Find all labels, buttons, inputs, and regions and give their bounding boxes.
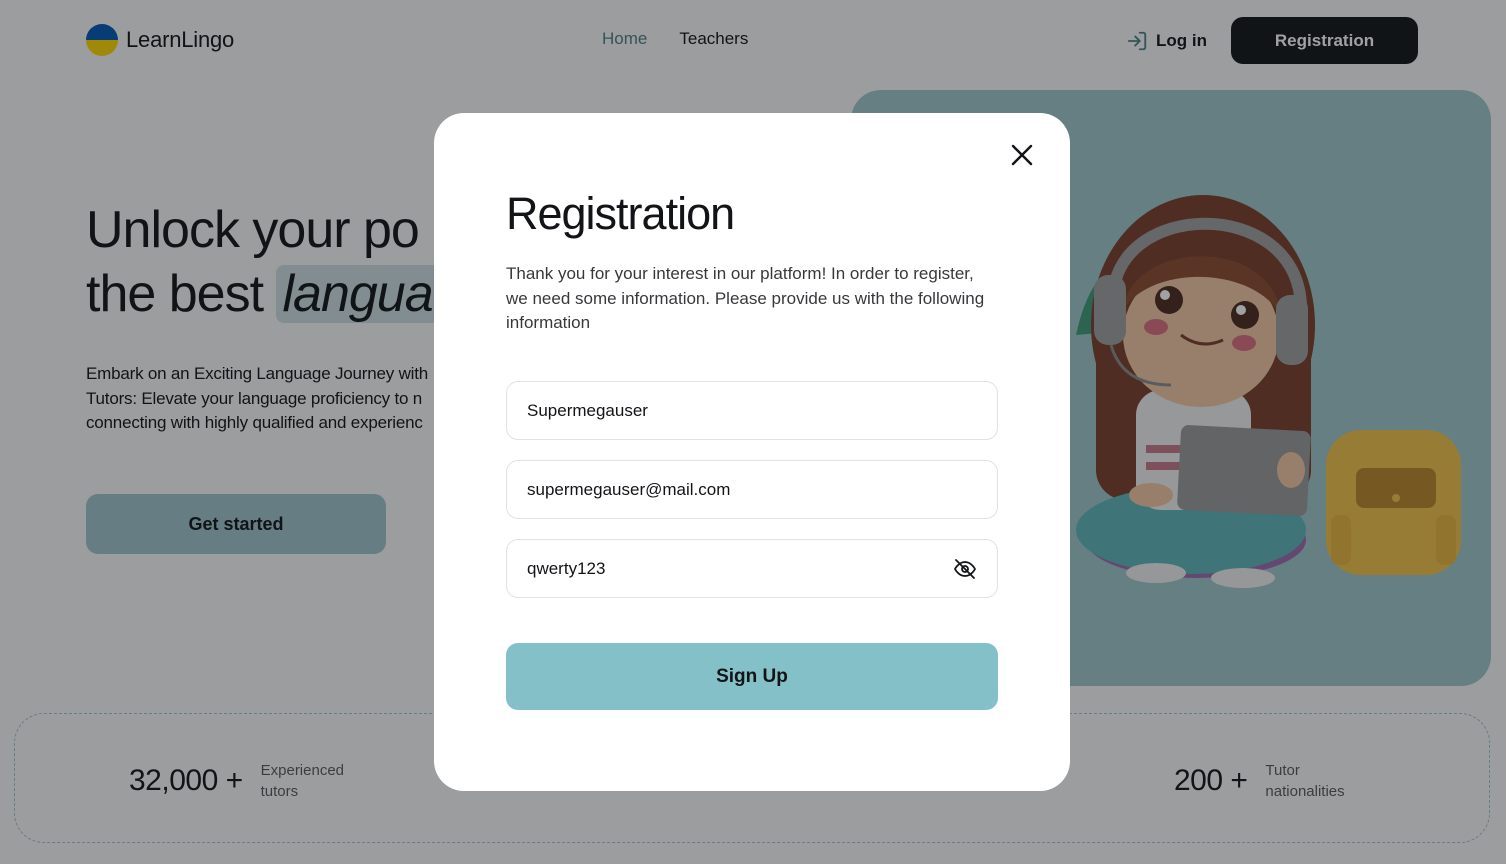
close-icon bbox=[1011, 144, 1033, 166]
name-input[interactable] bbox=[527, 400, 977, 421]
close-button[interactable] bbox=[1008, 141, 1036, 169]
sign-up-button[interactable]: Sign Up bbox=[506, 643, 998, 710]
name-field bbox=[506, 381, 998, 440]
password-field bbox=[506, 539, 998, 598]
eye-off-icon[interactable] bbox=[953, 557, 977, 581]
email-field bbox=[506, 460, 998, 519]
password-input[interactable] bbox=[527, 558, 953, 579]
modal-title: Registration bbox=[506, 188, 735, 239]
email-input[interactable] bbox=[527, 479, 977, 500]
modal-description: Thank you for your interest in our platf… bbox=[506, 264, 985, 332]
registration-modal: Registration Thank you for your interest… bbox=[434, 113, 1070, 791]
